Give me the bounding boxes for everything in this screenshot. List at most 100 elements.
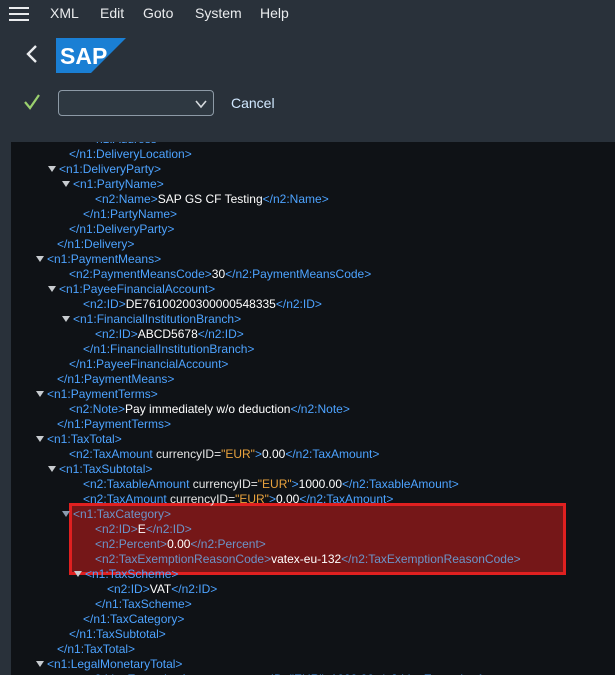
checkmark-icon[interactable] (22, 92, 42, 112)
xml-line[interactable]: </n1:TaxCategory> (83, 612, 184, 627)
xml-value: 0.00 (261, 447, 286, 461)
xml-value: E (137, 522, 146, 536)
expand-triangle-icon[interactable] (36, 255, 44, 263)
xml-line[interactable]: <n1:TaxSubtotal> (48, 462, 152, 477)
menu-help[interactable]: Help (260, 5, 289, 21)
xml-line[interactable]: <n1:TaxCategory> (62, 507, 171, 522)
xml-line[interactable]: <n1:TaxScheme> (74, 567, 178, 582)
xml-value: 1000.00 (298, 477, 343, 491)
xml-line[interactable]: <n2:TaxExemptionReasonCode>vatex-eu-132<… (95, 552, 521, 567)
xml-line[interactable]: <n2:ID>ABCD5678</n2:ID> (95, 327, 244, 342)
xml-line[interactable]: <n1:FinancialInstitutionBranch> (62, 312, 241, 327)
xml-line[interactable]: <n2:Percent>0.00</n2:Percent> (95, 537, 266, 552)
xml-line[interactable]: </n1:PaymentTerms> (57, 417, 171, 432)
cancel-button[interactable]: Cancel (231, 95, 275, 111)
expand-triangle-icon[interactable] (36, 435, 44, 443)
xml-tag: <n1:PayeeFinancialAccount> (59, 282, 216, 296)
xml-close-tag: </n2:Percent> (190, 537, 266, 551)
xml-tag: <n1:TaxSubtotal> (59, 462, 153, 476)
xml-line[interactable]: </n1:PaymentMeans> (57, 372, 174, 387)
xml-line[interactable]: <n2:TaxAmount currencyID="EUR">0.00</n2:… (83, 492, 393, 507)
xml-line[interactable]: </n1:PayeeFinancialAccount> (69, 357, 228, 372)
xml-tag: </n1:PaymentMeans> (57, 372, 175, 386)
xml-line[interactable]: </n1:DeliveryLocation> (69, 147, 192, 162)
expand-triangle-icon[interactable] (62, 180, 70, 188)
xml-open-tag: <n2:Name> (95, 192, 158, 206)
xml-attribute-name: currencyID= (152, 447, 222, 461)
expand-triangle-icon[interactable] (62, 510, 70, 518)
expand-triangle-icon[interactable] (48, 285, 56, 293)
xml-line[interactable]: <n1:PaymentTerms> (36, 387, 158, 402)
xml-tag: </n1:PartyName> (83, 207, 178, 221)
xml-close-tag: </n2:ID> (171, 582, 218, 596)
xml-open-tag: <n2:ID> (95, 522, 138, 536)
chevron-left-icon[interactable] (22, 42, 42, 66)
xml-open-tag: <n2:TaxAmount (69, 447, 153, 461)
xml-tag-close-bracket: > (254, 447, 262, 461)
xml-value: ABCD5678 (137, 327, 198, 341)
expand-triangle-icon[interactable] (74, 570, 82, 578)
xml-line[interactable]: <n2:ID>E</n2:ID> (95, 522, 192, 537)
xml-open-tag: <n2:PaymentMeansCode> (69, 267, 212, 281)
xml-line[interactable]: </n1:TaxScheme> (95, 597, 192, 612)
xml-tag: <n1:TaxCategory> (73, 507, 172, 521)
expand-triangle-icon[interactable] (48, 165, 56, 173)
menu-xml[interactable]: XML (50, 5, 79, 21)
xml-editor[interactable]: <n1:Address></n1:DeliveryLocation><n1:De… (11, 142, 615, 675)
xml-close-tag: </n2:ID> (145, 522, 192, 536)
xml-line[interactable]: <n1:PartyName> (62, 177, 164, 192)
xml-line[interactable]: <n1:TaxTotal> (36, 432, 122, 447)
xml-line[interactable]: </n1:TaxTotal> (57, 642, 135, 657)
xml-value: 30 (211, 267, 226, 281)
sap-logo-text: SAP (60, 43, 107, 69)
xml-open-tag: <n2:Percent> (95, 537, 168, 551)
xml-tag-close-bracket: > (268, 492, 276, 506)
menu-edit[interactable]: Edit (100, 5, 124, 21)
xml-tag: <n1:TaxScheme> (85, 567, 179, 581)
xml-line[interactable]: <n1:PayeeFinancialAccount> (48, 282, 215, 297)
xml-attribute-name: currencyID= (189, 477, 258, 491)
hamburger-menu-icon[interactable] (9, 6, 29, 22)
xml-close-tag: </n2:Note> (290, 402, 350, 416)
xml-line[interactable]: <n2:ID>DE76100200300000548335</n2:ID> (83, 297, 322, 312)
xml-value: vatex-eu-132 (271, 552, 342, 566)
xml-tag: </n1:PayeeFinancialAccount> (69, 357, 229, 371)
xml-line[interactable]: <n1:PaymentMeans> (36, 252, 161, 267)
xml-open-tag: <n2:TaxableAmount (83, 477, 190, 491)
xml-line[interactable]: </n1:DeliveryParty> (69, 222, 174, 237)
xml-line[interactable]: </n1:PartyName> (83, 207, 177, 222)
xml-tag-close-bracket: > (291, 477, 299, 491)
expand-triangle-icon[interactable] (36, 660, 44, 668)
xml-line[interactable]: <n2:ID>VAT</n2:ID> (107, 582, 217, 597)
expand-triangle-icon[interactable] (48, 465, 56, 473)
menu-system[interactable]: System (195, 5, 242, 21)
chevron-down-icon[interactable] (195, 98, 207, 110)
xml-line[interactable]: <n1:DeliveryParty> (48, 162, 161, 177)
command-field[interactable] (58, 90, 214, 116)
xml-attribute-value: "EUR" (257, 477, 292, 491)
xml-value: 0.00 (275, 492, 300, 506)
xml-line[interactable]: <n2:TaxAmount currencyID="EUR">0.00</n2:… (69, 447, 379, 462)
xml-line[interactable]: </n1:FinancialInstitutionBranch> (83, 342, 254, 357)
xml-open-tag: <n2:ID> (83, 297, 126, 311)
expand-triangle-icon[interactable] (62, 315, 70, 323)
xml-open-tag: <n2:TaxAmount (83, 492, 167, 506)
xml-close-tag: </n2:PaymentMeansCode> (225, 267, 372, 281)
xml-line[interactable]: <n2:Name>SAP GS CF Testing</n2:Name> (95, 192, 329, 207)
xml-tag: </n1:TaxTotal> (57, 642, 136, 656)
xml-line[interactable]: <n2:TaxableAmount currencyID="EUR">1000.… (83, 477, 459, 492)
xml-line[interactable]: <n2:PaymentMeansCode>30</n2:PaymentMeans… (69, 267, 371, 282)
xml-tag: <n1:Address> (89, 142, 164, 146)
xml-tag: <n1:PaymentMeans> (47, 252, 162, 266)
xml-line[interactable]: <n2:Note>Pay immediately w/o deduction</… (69, 402, 350, 417)
xml-tag: </n1:DeliveryLocation> (69, 147, 192, 161)
xml-tag: </n1:DeliveryParty> (69, 222, 175, 236)
xml-line[interactable]: </n1:TaxSubtotal> (69, 627, 166, 642)
expand-triangle-icon[interactable] (36, 390, 44, 398)
menu-goto[interactable]: Goto (143, 5, 173, 21)
xml-line[interactable]: <n1:LegalMonetaryTotal> (36, 657, 182, 672)
xml-tag: </n1:TaxCategory> (83, 612, 185, 626)
xml-open-tag: <n2:TaxExemptionReasonCode> (95, 552, 272, 566)
xml-open-tag: <n2:Note> (69, 402, 126, 416)
xml-line[interactable]: </n1:Delivery> (57, 237, 134, 252)
